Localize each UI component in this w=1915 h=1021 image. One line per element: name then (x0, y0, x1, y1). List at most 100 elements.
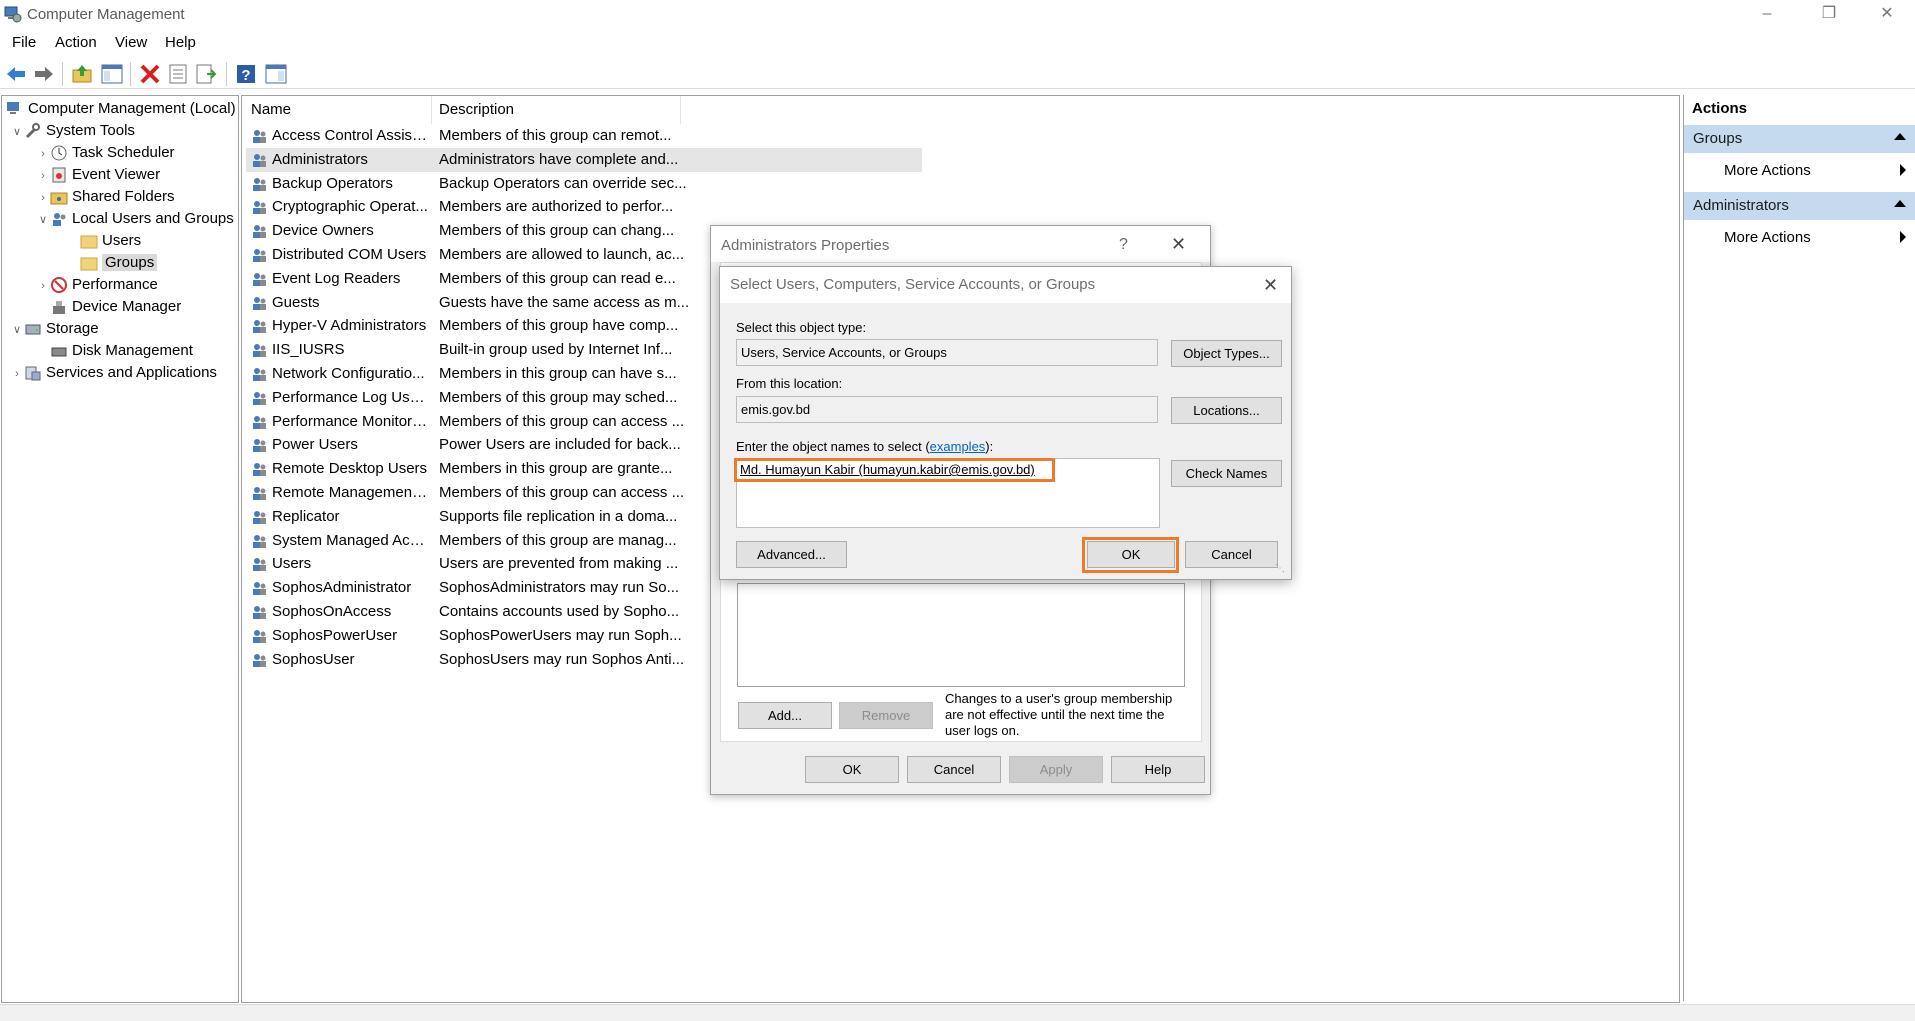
group-name: Administrators (272, 150, 368, 168)
folder-icon (80, 235, 98, 249)
remove-button[interactable]: Remove (839, 702, 933, 729)
props-help-button[interactable]: Help (1111, 756, 1205, 783)
group-description: Members are authorized to perfor... (439, 198, 674, 216)
tree-item-local-users-groups[interactable]: ∨ Local Users and Groups (36, 208, 236, 230)
chevron-right-icon[interactable]: › (36, 143, 50, 165)
submenu-arrow-icon (1900, 164, 1906, 176)
close-icon[interactable]: ✕ (1263, 275, 1278, 296)
group-name: Replicator (272, 507, 340, 525)
props-cancel-button[interactable]: Cancel (907, 756, 1001, 783)
chevron-right-icon[interactable]: › (10, 363, 24, 385)
actions-groups-header[interactable]: Groups (1684, 125, 1915, 153)
menu-view[interactable]: View (115, 34, 147, 51)
chevron-down-icon[interactable]: ∨ (10, 121, 24, 143)
up-folder-icon[interactable] (70, 62, 94, 86)
collapse-icon[interactable] (1894, 133, 1906, 140)
group-icon (253, 153, 266, 167)
show-hide-tree-icon[interactable] (100, 62, 124, 86)
group-name: Guests (272, 293, 320, 311)
more-actions-administrators[interactable]: More Actions (1724, 229, 1811, 246)
advanced-button[interactable]: Advanced... (736, 541, 847, 568)
location-label: From this location: (736, 376, 843, 391)
storage-icon (25, 324, 41, 335)
tree-item-task-scheduler[interactable]: › Task Scheduler (36, 142, 236, 164)
submenu-arrow-icon (1900, 231, 1906, 243)
table-row[interactable]: Administrators Administrators have comple… (246, 147, 922, 172)
tree-item-groups[interactable]: Groups (80, 252, 236, 274)
tree-item-performance[interactable]: › Performance (36, 274, 236, 296)
tree-item-event-viewer[interactable]: › Event Viewer (36, 164, 236, 186)
group-name: SophosPowerUser (272, 626, 398, 644)
group-name: Distributed COM Users (272, 246, 427, 263)
object-types-button[interactable]: Object Types... (1171, 340, 1282, 367)
group-name: Cryptographic Operat... (272, 198, 428, 216)
help-icon[interactable]: ? (234, 62, 258, 86)
object-name-entry[interactable]: Md. Humayun Kabir (humayun.kabir@emis.go… (740, 462, 1035, 477)
collapse-icon[interactable] (1894, 200, 1906, 207)
group-name: SophosAdministrator (272, 579, 412, 597)
column-header-name[interactable]: Name (251, 101, 291, 118)
resize-grip-icon[interactable]: ⋱ (1275, 563, 1285, 574)
select-cancel-button[interactable]: Cancel (1185, 541, 1278, 568)
close-window-button[interactable]: ✕ (1858, 0, 1915, 30)
menu-file[interactable]: File (12, 34, 36, 51)
show-hide-action-pane-icon[interactable] (264, 62, 288, 86)
members-list[interactable] (737, 583, 1185, 687)
select-users-dialog: Select Users, Computers, Service Account… (719, 266, 1292, 580)
table-row[interactable]: Backup Operators Backup Operators can ove… (246, 172, 922, 196)
tree-item-system-tools[interactable]: ∨ System Tools (10, 120, 236, 142)
close-icon[interactable]: ✕ (1171, 234, 1186, 255)
chevron-down-icon[interactable]: ∨ (10, 319, 24, 341)
shared-folder-icon (50, 192, 68, 205)
group-icon (253, 201, 266, 215)
chevron-right-icon[interactable]: › (36, 165, 50, 187)
minimize-button[interactable]: – (1738, 0, 1796, 30)
group-name: Users (272, 555, 312, 573)
group-name: SophosUser (272, 650, 355, 668)
properties-icon[interactable] (166, 62, 190, 86)
select-ok-button[interactable]: OK (1087, 541, 1175, 568)
tree-item-storage[interactable]: ∨ Storage (10, 318, 236, 340)
menu-help[interactable]: Help (165, 34, 196, 51)
chevron-down-icon[interactable]: ∨ (36, 209, 50, 231)
group-name: Network Configuratio... (272, 365, 425, 382)
group-name: Performance Monitor ... (272, 412, 428, 430)
group-icon (253, 558, 266, 572)
add-button[interactable]: Add... (738, 702, 832, 729)
forward-icon[interactable] (32, 62, 56, 86)
group-icon (253, 439, 266, 453)
actions-title: Actions (1692, 100, 1748, 117)
object-type-field: Users, Service Accounts, or Groups (736, 339, 1158, 366)
table-row[interactable]: Access Control Assista... Members of this… (246, 124, 922, 148)
menu-action[interactable]: Action (55, 34, 97, 51)
props-apply-button[interactable]: Apply (1009, 756, 1103, 783)
more-actions-groups[interactable]: More Actions (1724, 162, 1811, 179)
users-groups-icon (53, 213, 66, 227)
examples-link[interactable]: examples (930, 439, 986, 454)
toolbar: ? (0, 58, 1915, 89)
delete-icon[interactable] (138, 62, 162, 86)
actions-groups-label: Groups (1693, 130, 1743, 147)
tree-item-root[interactable]: Computer Management (Local) (6, 98, 236, 120)
help-question-button[interactable]: ? (1119, 236, 1128, 254)
check-names-button[interactable]: Check Names (1171, 460, 1282, 487)
chevron-right-icon[interactable]: › (36, 275, 50, 297)
props-ok-button[interactable]: OK (805, 756, 899, 783)
actions-administrators-header[interactable]: Administrators (1684, 192, 1915, 220)
table-row[interactable]: Cryptographic Operat... Members are autho… (246, 195, 922, 219)
locations-button[interactable]: Locations... (1171, 397, 1282, 424)
back-icon[interactable] (4, 62, 28, 86)
dialog-title: Administrators Properties (721, 237, 890, 254)
event-viewer-icon (52, 167, 66, 183)
chevron-right-icon[interactable]: › (36, 187, 50, 209)
tree-item-services-apps[interactable]: › Services and Applications (10, 362, 236, 384)
export-list-icon[interactable] (194, 62, 218, 86)
column-header-description[interactable]: Description (439, 101, 514, 118)
actions-pane: Actions Groups More Actions Administrato… (1683, 95, 1915, 1001)
clock-icon (51, 145, 67, 161)
restore-button[interactable]: ❐ (1800, 0, 1858, 30)
tree-item-disk-management[interactable]: Disk Management (50, 340, 236, 362)
tree-item-users[interactable]: Users (80, 230, 236, 252)
tree-item-shared-folders[interactable]: › Shared Folders (36, 186, 236, 208)
tree-item-device-manager[interactable]: Device Manager (50, 296, 236, 318)
